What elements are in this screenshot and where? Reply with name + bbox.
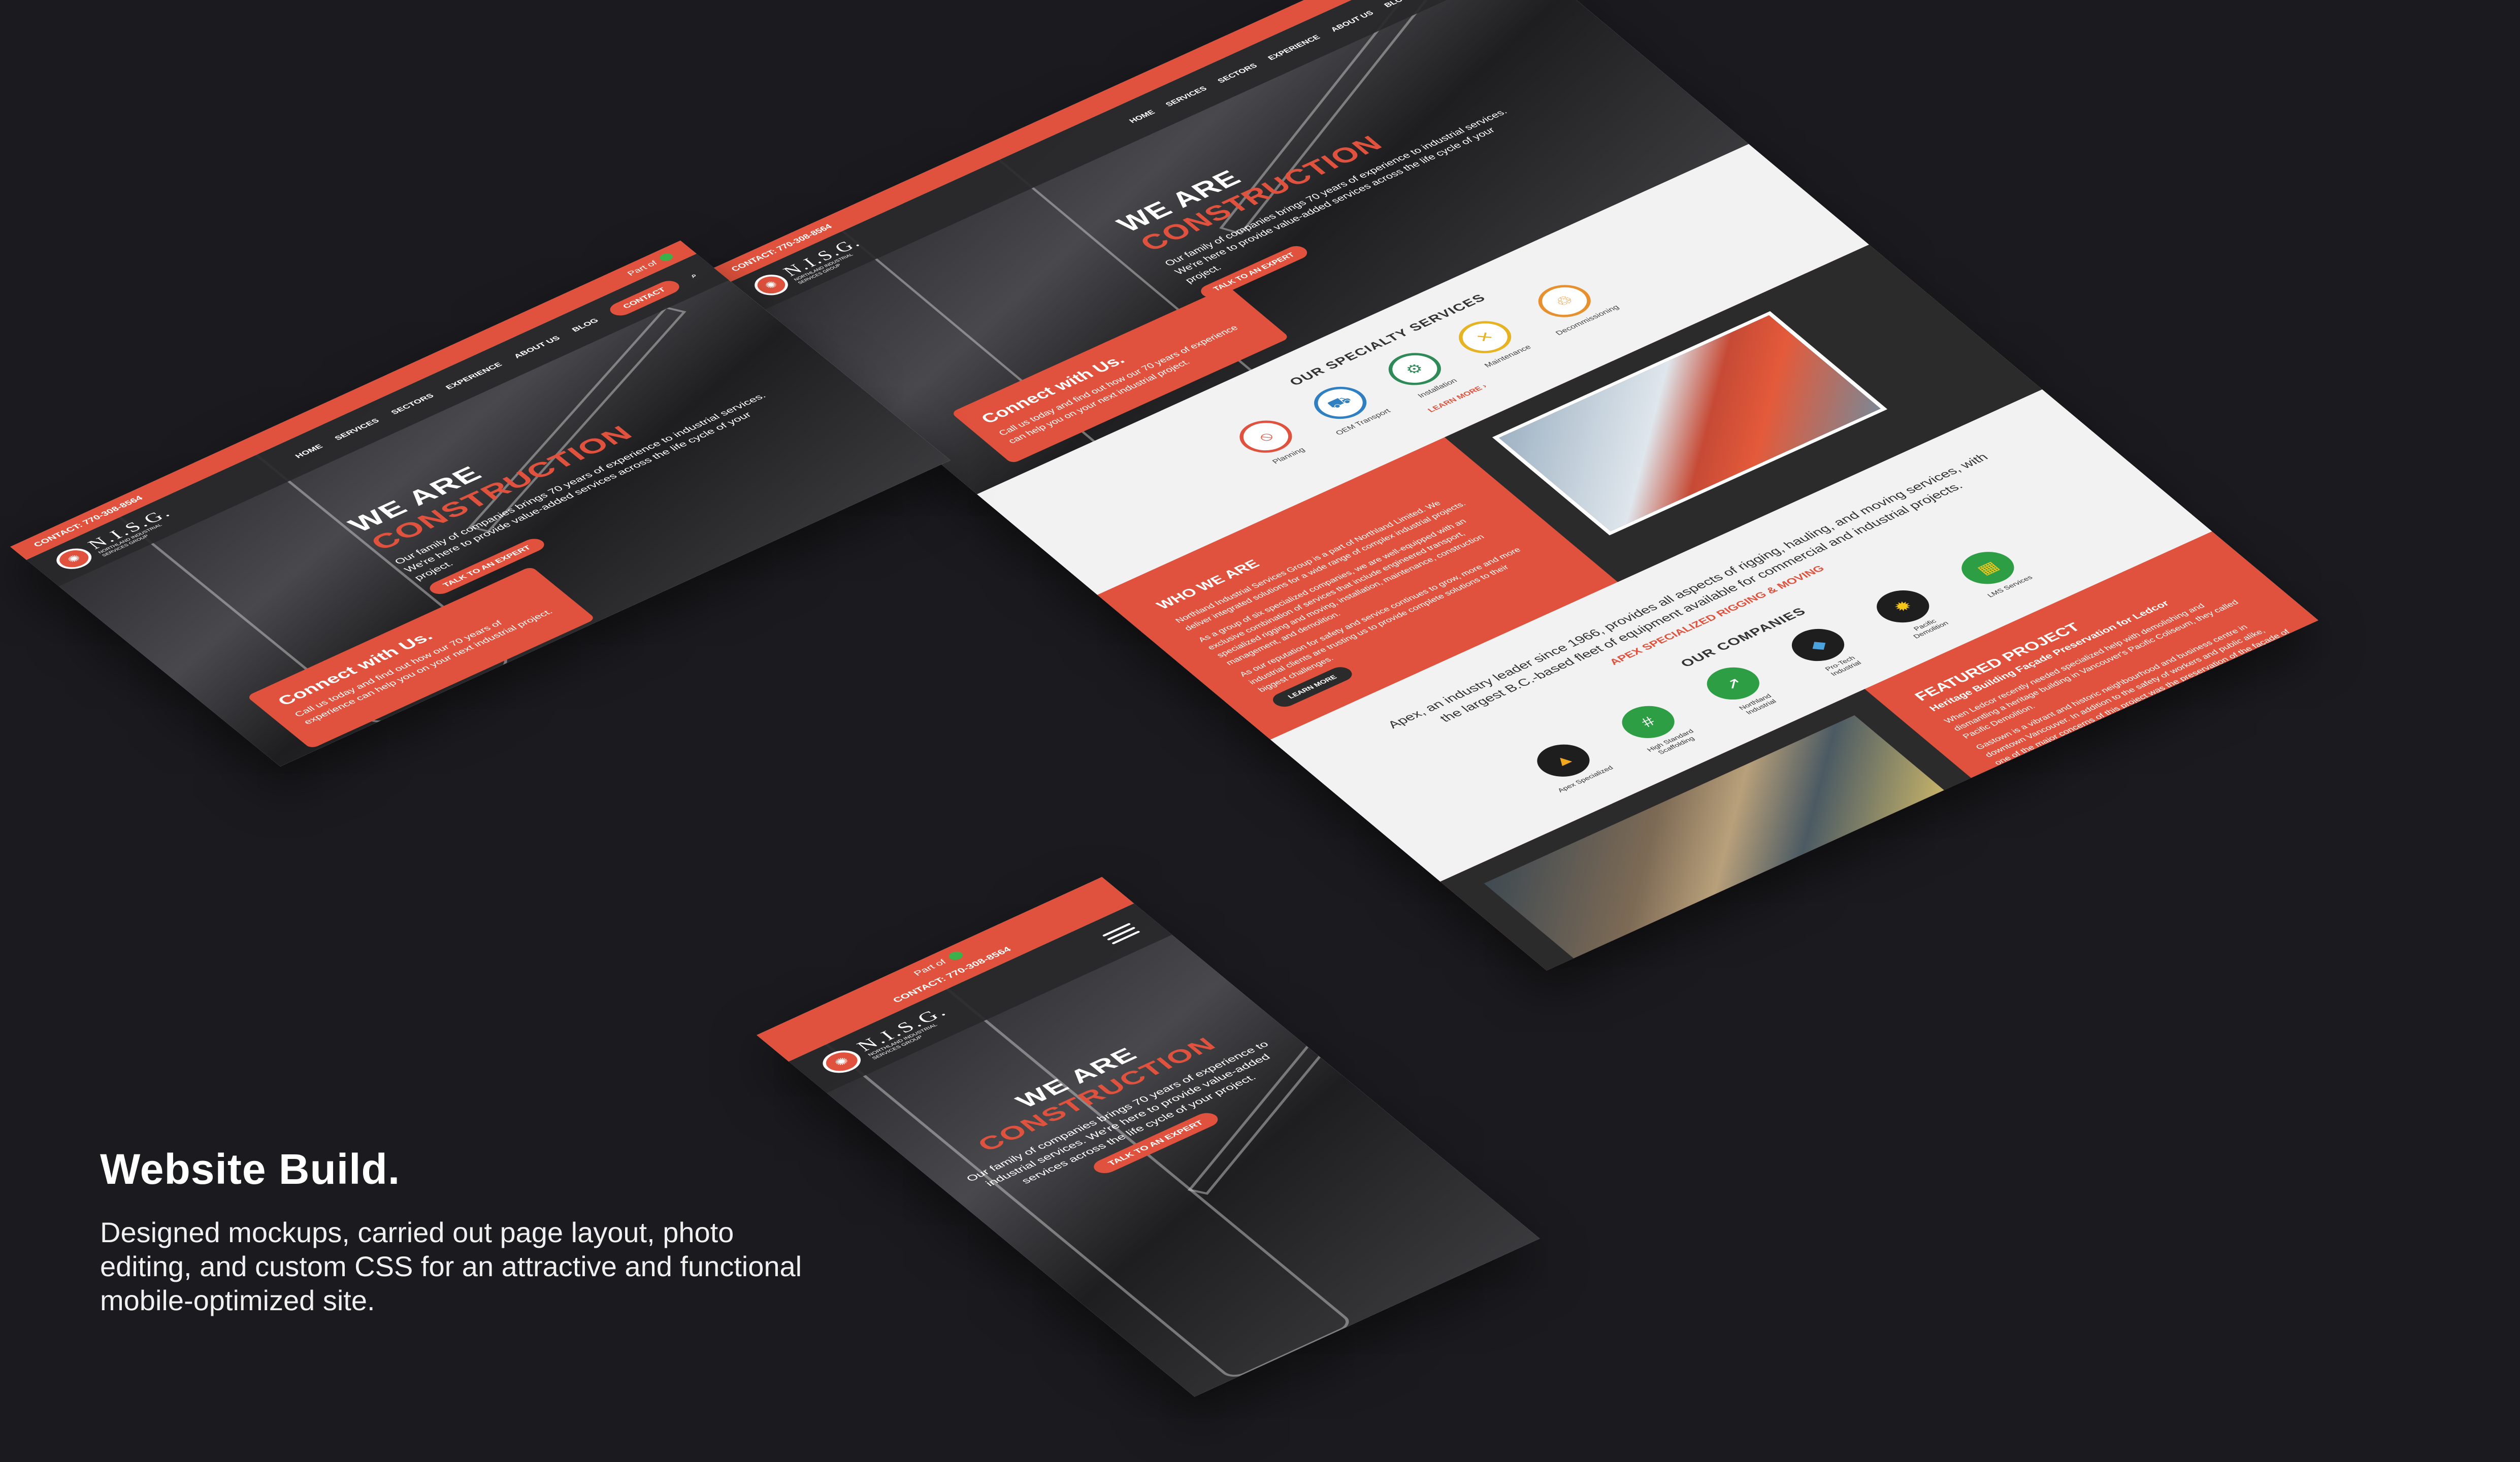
parent-logo-icon bbox=[657, 252, 675, 263]
hamburger-menu-icon[interactable] bbox=[1102, 922, 1140, 945]
nav-experience[interactable]: EXPERIENCE bbox=[444, 361, 504, 391]
nav-services[interactable]: SERVICES bbox=[333, 417, 381, 442]
company-apex[interactable]: ▲ Apex Specialized bbox=[1521, 736, 1622, 799]
nav-experience[interactable]: EXPERIENCE bbox=[1266, 34, 1322, 61]
company-pacific-demolition[interactable]: ✹ Pacific Demolition bbox=[1860, 581, 1961, 645]
service-installation[interactable]: ⚙ Installation bbox=[1378, 346, 1462, 401]
nav-sectors[interactable]: SECTORS bbox=[1216, 62, 1259, 85]
nav-about[interactable]: ABOUT US bbox=[512, 335, 562, 359]
nisg-logo-icon: ✺ bbox=[50, 544, 99, 574]
nav-services[interactable]: SERVICES bbox=[1164, 85, 1209, 108]
caption-body: Designed mockups, carried out page layou… bbox=[100, 1216, 802, 1317]
service-oem-transport[interactable]: ⛟ OEM Transport bbox=[1299, 378, 1393, 437]
mobile-mockup: Part of CONTACT: 770-308-8564 ✺ N.I.S.G.… bbox=[757, 877, 1540, 1397]
nav-blog[interactable]: BLOG bbox=[1382, 0, 1411, 9]
service-maintenance[interactable]: ✕ Maintenance bbox=[1448, 314, 1533, 369]
company-northland[interactable]: ↗ Northland Industrial bbox=[1691, 658, 1791, 722]
nav-blog[interactable]: BLOG bbox=[570, 317, 601, 334]
nisg-logo-icon: ✺ bbox=[815, 1046, 868, 1078]
service-planning[interactable]: ⦸ Planning bbox=[1229, 414, 1314, 468]
nav-home[interactable]: HOME bbox=[293, 443, 325, 460]
caption-title: Website Build. bbox=[100, 1145, 401, 1193]
nav-sectors[interactable]: SECTORS bbox=[389, 392, 436, 416]
portfolio-caption: Website Build. Designed mockups, carried… bbox=[100, 1145, 811, 1318]
parent-logo-icon bbox=[946, 950, 966, 962]
company-protech[interactable]: ◆ Pro-Tech Industrial bbox=[1776, 620, 1876, 683]
presentation-canvas: CONTACT: 770-308-8564 Part of ✺ N.I.S.G.… bbox=[0, 0, 2520, 1462]
nav-about[interactable]: ABOUT US bbox=[1329, 10, 1376, 34]
search-icon[interactable]: ⌕ bbox=[688, 272, 699, 279]
nav-home[interactable]: HOME bbox=[1127, 109, 1157, 124]
company-high-standard[interactable]: # High Standard Scaffolding bbox=[1606, 697, 1707, 760]
nisg-logo-icon: ✺ bbox=[748, 271, 795, 300]
desktop-full-page-mockup: CONTACT: 770-308-8564 Part of ✺ N.I.S.G.… bbox=[709, 0, 2318, 971]
company-lms[interactable]: ▦ LMS Services bbox=[1946, 543, 2046, 606]
